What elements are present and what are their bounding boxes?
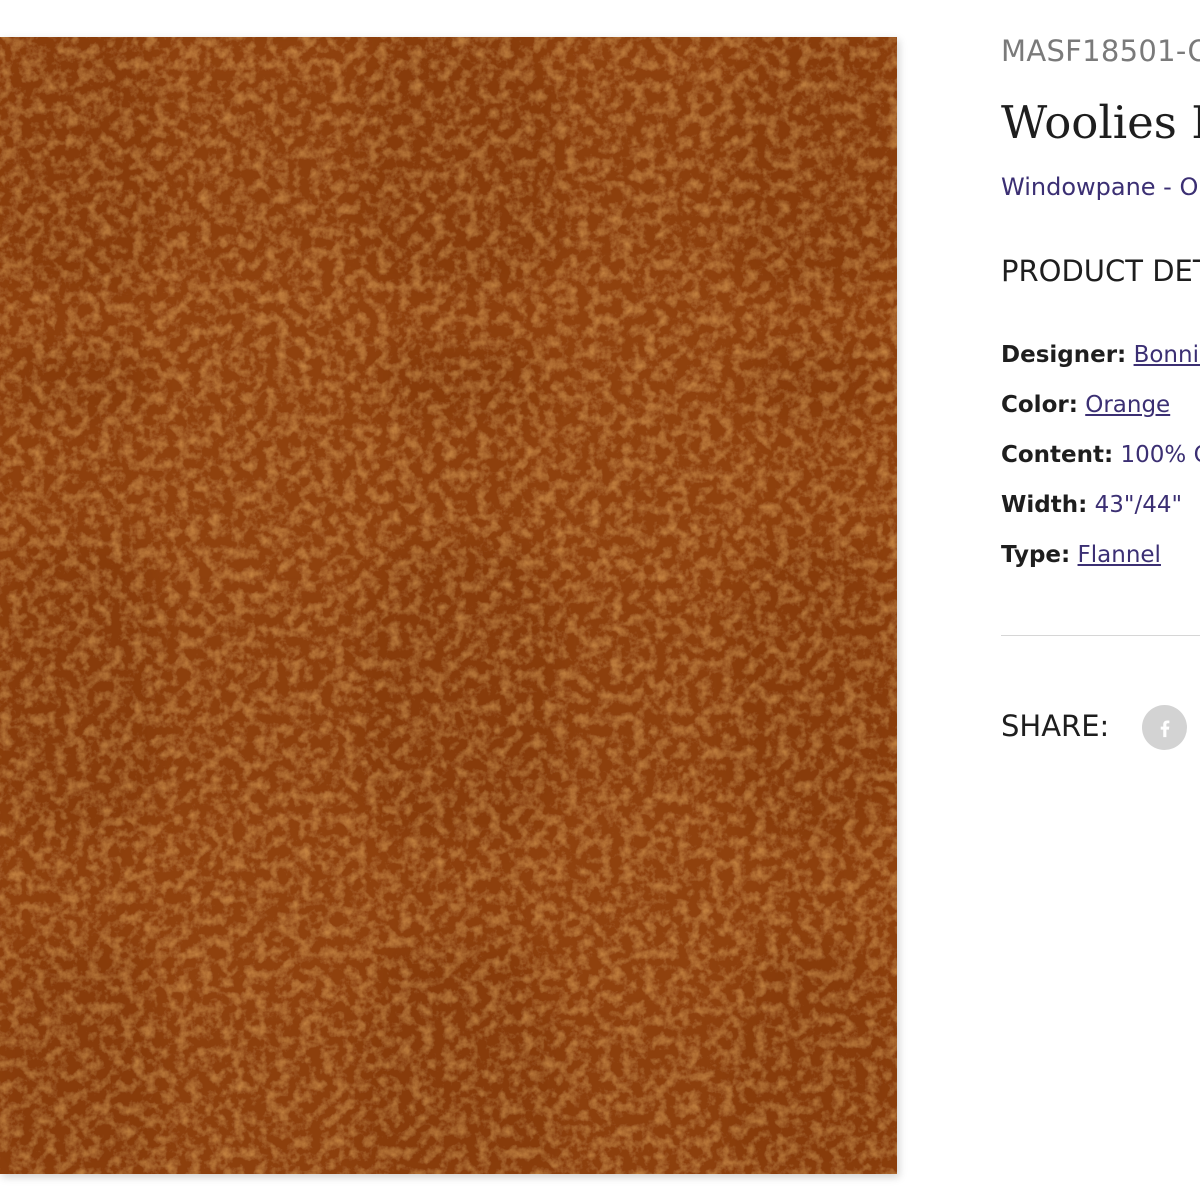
facebook-icon bbox=[1160, 719, 1169, 737]
detail-label: Type: bbox=[1001, 542, 1071, 568]
detail-color: Color: Orange bbox=[1001, 392, 1170, 418]
share-label: SHARE: bbox=[1001, 709, 1110, 743]
fabric-swatch-image[interactable] bbox=[0, 37, 897, 1174]
detail-label: Width: bbox=[1001, 492, 1088, 518]
detail-label: Designer: bbox=[1001, 342, 1127, 368]
detail-label: Content: bbox=[1001, 442, 1114, 468]
product-title: Woolies Flannel bbox=[1001, 96, 1200, 149]
divider bbox=[1001, 635, 1200, 636]
color-link[interactable]: Orange bbox=[1085, 392, 1170, 418]
product-page: MASF18501-O Woolies Flannel Windowpane -… bbox=[0, 0, 1200, 1200]
designer-link[interactable]: Bonnie Sullivan bbox=[1134, 342, 1200, 368]
collection-link[interactable]: Windowpane - Orange bbox=[1001, 173, 1200, 201]
facebook-share-button[interactable] bbox=[1142, 705, 1187, 750]
product-sku: MASF18501-O bbox=[1001, 34, 1200, 68]
detail-type: Type: Flannel bbox=[1001, 542, 1161, 568]
product-details-heading: PRODUCT DETAILS bbox=[1001, 254, 1200, 288]
windowpane-plaid-pattern bbox=[0, 37, 897, 1174]
detail-label: Color: bbox=[1001, 392, 1078, 418]
type-link[interactable]: Flannel bbox=[1078, 542, 1161, 568]
detail-content: Content: 100% Cotton bbox=[1001, 442, 1200, 468]
detail-width: Width: 43"/44" bbox=[1001, 492, 1182, 518]
content-value: 100% Cotton bbox=[1120, 442, 1200, 468]
width-value: 43"/44" bbox=[1094, 492, 1183, 518]
detail-designer: Designer: Bonnie Sullivan bbox=[1001, 342, 1200, 368]
